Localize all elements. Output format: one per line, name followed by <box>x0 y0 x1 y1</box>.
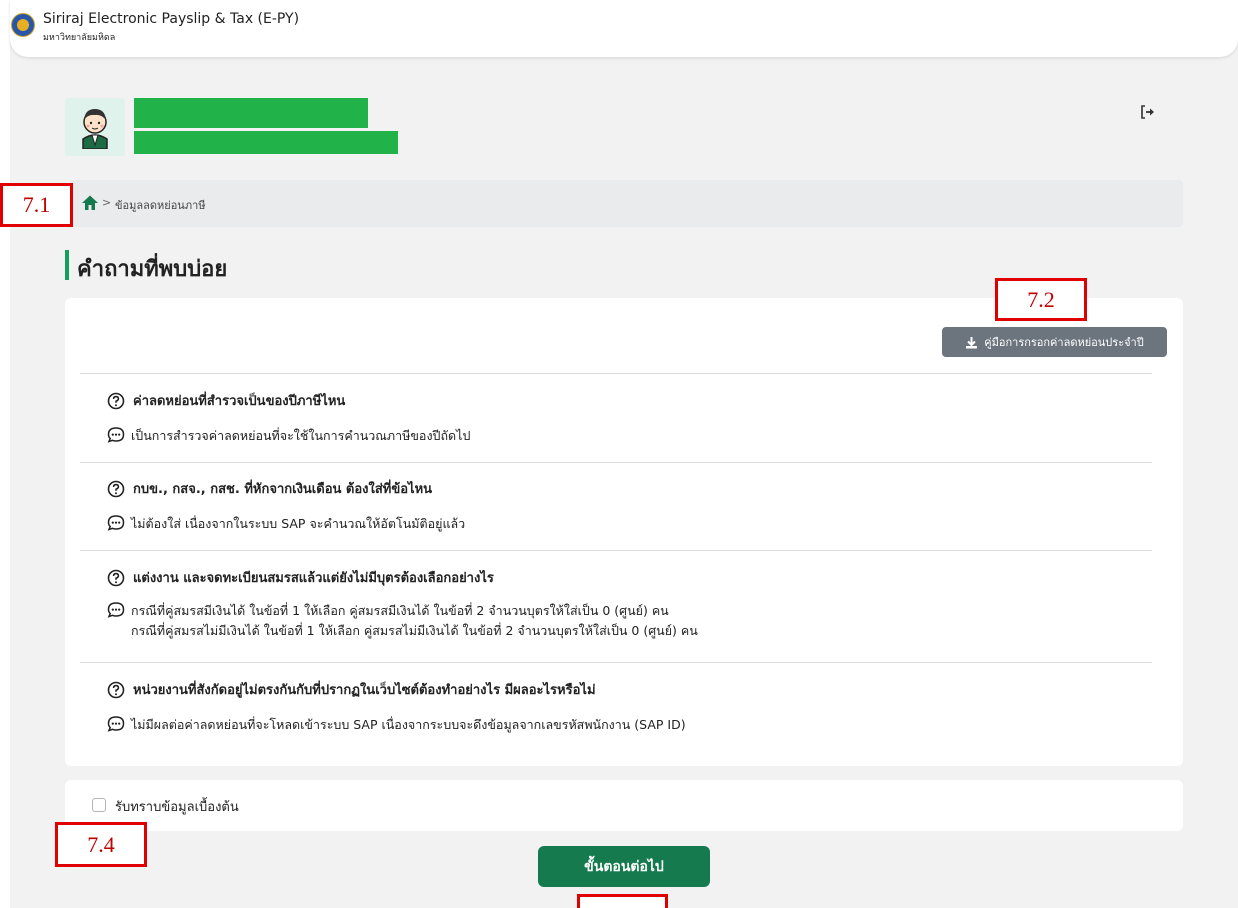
faq-question-text: กบข., กสจ., กสช. ที่หักจากเงินเดือน ต้อง… <box>133 482 433 497</box>
redacted-user-name <box>134 98 368 128</box>
home-icon <box>82 195 98 210</box>
annotation-marker-7-2: 7.2 <box>995 278 1087 321</box>
faq-question: หน่วยงานที่สังกัดอยู่ไม่ตรงกันกับที่ปราก… <box>107 679 596 700</box>
logout-icon <box>1141 105 1154 119</box>
question-circle-icon <box>107 392 125 409</box>
chat-dots-icon <box>107 515 125 531</box>
next-step-button[interactable]: ขั้นตอนต่อไป <box>538 846 710 887</box>
breadcrumb-home[interactable] <box>81 194 99 212</box>
faq-answer: ไม่ต้องใส่ เนื่องจากในระบบ SAP จะคำนวณให… <box>107 514 465 534</box>
app-title: Siriraj Electronic Payslip & Tax (E-PY) <box>43 11 300 27</box>
download-manual-label: คู่มือการกรอกค่าลดหย่อนประจำปี <box>984 336 1144 349</box>
download-icon <box>966 336 978 348</box>
chat-dots-icon <box>107 602 125 618</box>
breadcrumb-separator: > <box>102 196 112 209</box>
chat-dots-icon <box>107 427 125 443</box>
question-circle-icon <box>107 681 125 698</box>
top-navbar: Siriraj Electronic Payslip & Tax (E-PY) … <box>10 0 1238 57</box>
faq-answer-text: กรณีที่คู่สมรสมีเงินได้ ในข้อที่ 1 ให้เล… <box>131 603 669 618</box>
question-circle-icon <box>107 480 125 497</box>
breadcrumb: > ข้อมูลลดหย่อนภาษี <box>70 180 1183 227</box>
faq-answer: กรณีที่คู่สมรสมีเงินได้ ในข้อที่ 1 ให้เล… <box>107 601 698 641</box>
faq-question: ค่าลดหย่อนที่สำรวจเป็นของปีภาษีไหน <box>107 390 345 411</box>
question-circle-icon <box>107 569 125 586</box>
annotation-marker-partial <box>577 894 668 908</box>
app-frame: Siriraj Electronic Payslip & Tax (E-PY) … <box>10 0 1238 908</box>
faq-answer-text: เป็นการสำรวจค่าลดหย่อนที่จะใช้ในการคำนวณ… <box>131 428 471 443</box>
faq-answer-text: ไม่ต้องใส่ เนื่องจากในระบบ SAP จะคำนวณให… <box>131 516 466 531</box>
faq-question: แต่งงาน และจดทะเบียนสมรสแล้วแต่ยังไม่มีบ… <box>107 567 494 588</box>
download-manual-button[interactable]: คู่มือการกรอกค่าลดหย่อนประจำปี <box>942 327 1167 357</box>
university-logo <box>11 13 35 37</box>
breadcrumb-current: ข้อมูลลดหย่อนภาษี <box>115 199 206 212</box>
heading-accent-bar <box>65 250 69 280</box>
faq-answer: ไม่มีผลต่อค่าลดหย่อนที่จะโหลดเข้าระบบ SA… <box>107 715 686 735</box>
logout-button[interactable] <box>1136 100 1160 124</box>
redacted-user-details <box>134 131 398 154</box>
faq-card: คู่มือการกรอกค่าลดหย่อนประจำปี ค่าลดหย่อ… <box>65 298 1183 766</box>
page-title: คำถามที่พบบ่อย <box>77 257 228 282</box>
faq-answer-text: กรณีที่คู่สมรสไม่มีเงินได้ ในข้อที่ 1 ให… <box>131 623 698 638</box>
faq-question-text: ค่าลดหย่อนที่สำรวจเป็นของปีภาษีไหน <box>133 394 346 409</box>
faq-question: กบข., กสจ., กสช. ที่หักจากเงินเดือน ต้อง… <box>107 478 432 499</box>
faq-divider <box>80 550 1152 551</box>
chat-dots-icon <box>107 716 125 732</box>
faq-divider <box>80 462 1152 463</box>
faq-question-text: แต่งงาน และจดทะเบียนสมรสแล้วแต่ยังไม่มีบ… <box>133 571 494 586</box>
faq-question-text: หน่วยงานที่สังกัดอยู่ไม่ตรงกันกับที่ปราก… <box>133 683 596 698</box>
faq-answer-text: ไม่มีผลต่อค่าลดหย่อนที่จะโหลดเข้าระบบ SA… <box>131 717 686 732</box>
acknowledge-checkbox[interactable] <box>92 798 106 812</box>
annotation-marker-7-4: 7.4 <box>55 822 147 867</box>
faq-divider <box>80 662 1152 663</box>
avatar <box>65 98 125 156</box>
user-avatar-icon <box>82 109 108 149</box>
faq-divider <box>80 373 1152 374</box>
faq-answer: เป็นการสำรวจค่าลดหย่อนที่จะใช้ในการคำนวณ… <box>107 426 470 446</box>
annotation-marker-7-1: 7.1 <box>0 183 73 227</box>
app-subtitle: มหาวิทยาลัยมหิดล <box>43 33 116 43</box>
acknowledge-label[interactable]: รับทราบข้อมูลเบื้องต้น <box>115 796 239 817</box>
acknowledge-card: รับทราบข้อมูลเบื้องต้น <box>65 780 1183 831</box>
